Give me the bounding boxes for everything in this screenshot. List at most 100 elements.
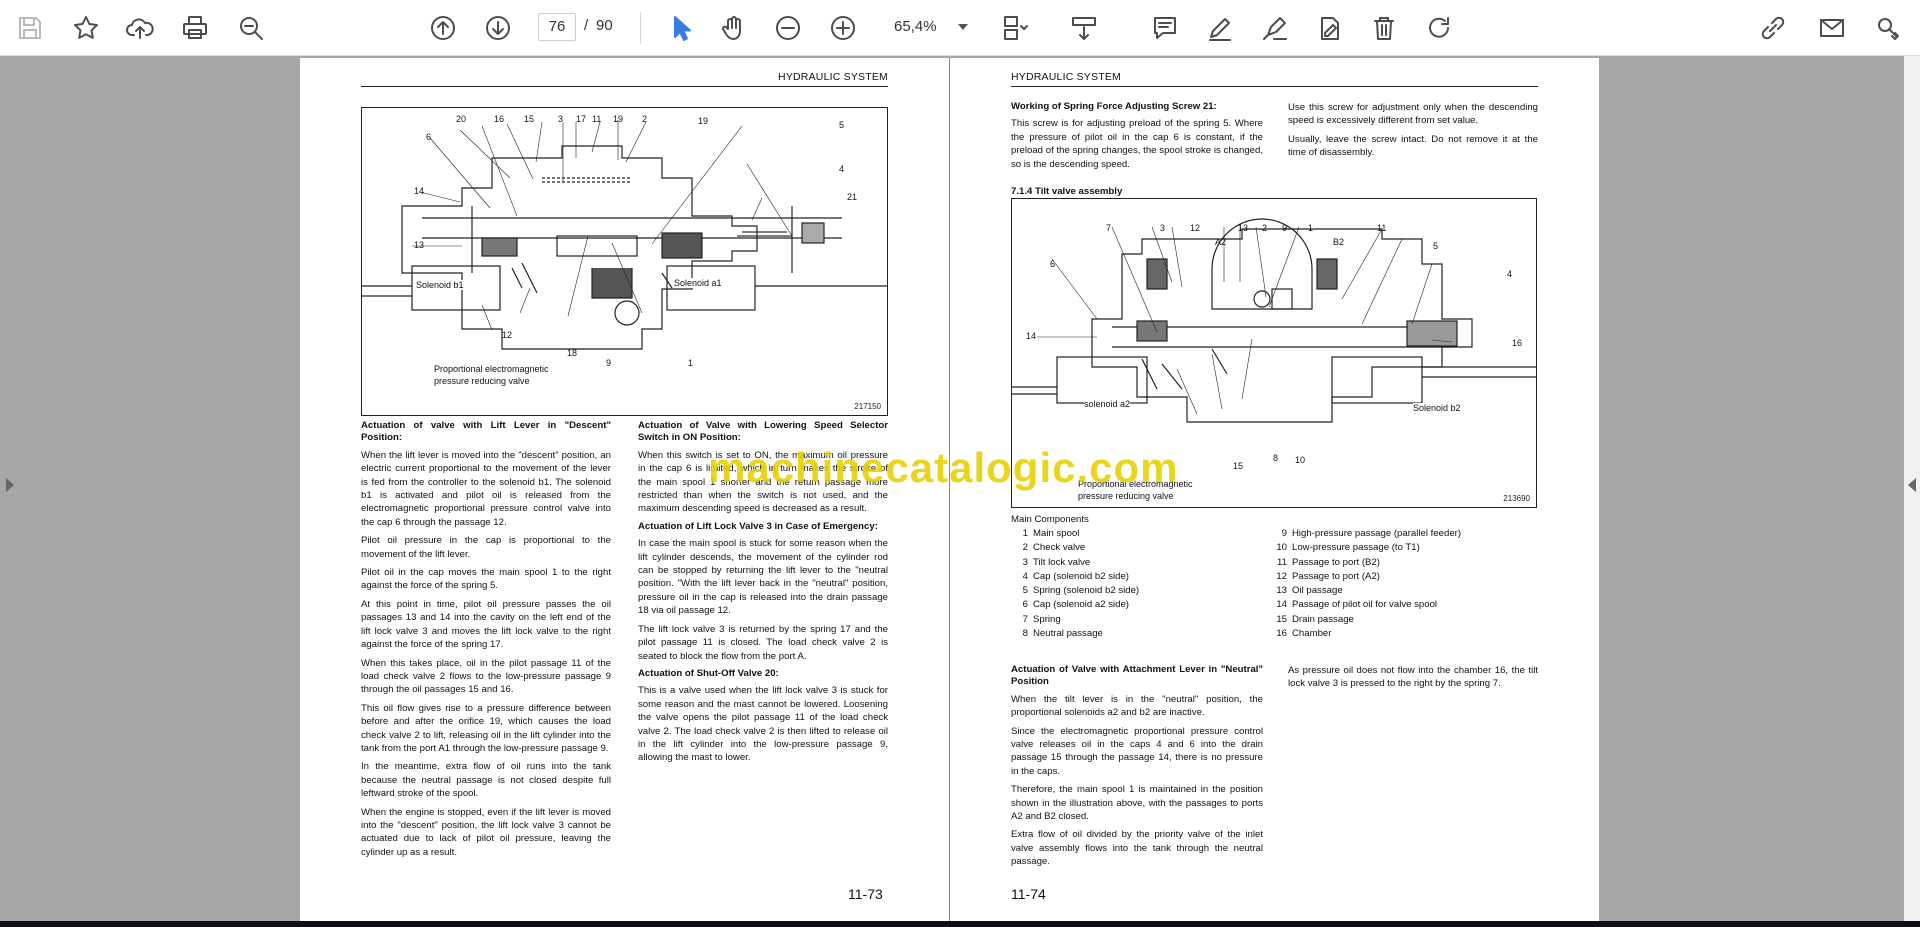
zoom-out-icon[interactable] — [768, 8, 808, 48]
watermark: machinecatalogic.com — [708, 444, 1179, 491]
delete-icon[interactable] — [1364, 8, 1404, 48]
callout-10: 10 — [1295, 455, 1306, 465]
zoom-level-select[interactable]: 65,4% — [882, 12, 972, 42]
list-item: 16 Chamber — [1276, 628, 1332, 640]
callout-15: 15 — [1233, 461, 1244, 471]
right-panel-toggle-icon[interactable] — [1908, 478, 1916, 492]
section-title: 7.1.4 Tilt valve assembly — [1011, 186, 1123, 197]
page-header: HYDRAULIC SYSTEM — [778, 71, 888, 83]
solenoid-a1-label: Solenoid a1 — [674, 278, 722, 288]
callout-5: 5 — [1433, 241, 1439, 251]
paragraph: This oil flow gives rise to a pressure d… — [361, 702, 611, 754]
paragraph: In the meantime, extra flow of oil runs … — [361, 761, 611, 800]
list-item: 12 Passage to port (A2) — [1276, 570, 1380, 582]
right-top-column-2: Use this screw for adjustment only when … — [1288, 101, 1538, 165]
zoom-level: 65,4% — [894, 18, 937, 35]
left-page-column-1: Actuation of valve with Lift Lever in "D… — [361, 420, 611, 864]
zoom-in-icon[interactable] — [823, 8, 863, 48]
taskbar-strip — [0, 921, 1920, 927]
callout-6: 6 — [1050, 259, 1056, 269]
attach-link-icon[interactable] — [1753, 8, 1793, 48]
paragraph: Since the electromagnetic proportional p… — [1011, 725, 1263, 777]
right-bottom-column-2: As pressure oil does not flow into the c… — [1288, 664, 1538, 696]
solenoid-a2-label: solenoid a2 — [1084, 399, 1131, 409]
paragraph: At this point in time, pilot oil pressur… — [361, 598, 611, 651]
solenoid-b2-label: Solenoid b2 — [1413, 403, 1461, 413]
prev-page-icon[interactable] — [423, 8, 463, 48]
callout-3: 3 — [558, 114, 564, 124]
list-item: 9 High-pressure passage (parallel feeder) — [1281, 528, 1462, 539]
lift-valve-figure: 20 16 15 3 17 11 19 2 19 5 6 4 14 21 13 … — [361, 107, 888, 416]
list-item: 1 Main spool — [1022, 528, 1080, 539]
callout-17: 17 — [576, 114, 587, 124]
redo-icon[interactable] — [1419, 8, 1459, 48]
print-icon[interactable] — [175, 8, 215, 48]
callout-9: 9 — [606, 358, 612, 368]
list-item: 15 Drain passage — [1276, 613, 1354, 625]
paragraph: Pilot oil in the cap moves the main spoo… — [361, 567, 611, 592]
pen-icon[interactable] — [1200, 8, 1240, 48]
chevron-down-icon — [958, 24, 968, 30]
sign-icon[interactable] — [1310, 8, 1350, 48]
list-item: 10 Low-pressure passage (to T1) — [1276, 542, 1420, 554]
paragraph: As pressure oil does not flow into the c… — [1288, 665, 1538, 690]
scroll-mode-icon[interactable] — [1064, 8, 1104, 48]
callout-9: 9 — [1282, 223, 1288, 233]
tools-icon[interactable] — [1868, 8, 1908, 48]
paragraph: Extra flow of oil divided by the priorit… — [1011, 829, 1263, 868]
callout-B2: B2 — [1333, 237, 1345, 247]
solenoid-b1-label: Solenoid b1 — [416, 280, 464, 290]
highlight-icon[interactable] — [1255, 8, 1295, 48]
callout-3: 3 — [1160, 223, 1166, 233]
main-components-title: Main Components — [1011, 514, 1089, 525]
email-icon[interactable] — [1812, 8, 1852, 48]
callout-13: 13 — [414, 240, 425, 250]
callout-8: 8 — [1273, 453, 1279, 463]
toolbar-divider — [640, 12, 641, 44]
callout-5: 5 — [839, 120, 845, 130]
upload-icon[interactable] — [120, 8, 160, 48]
figure-caption-line1: Proportional electromagnetic — [434, 364, 549, 374]
callout-12: 12 — [1190, 223, 1201, 233]
callout-18: 18 — [567, 348, 578, 358]
section-heading: Actuation of Shut-Off Valve 20: — [638, 667, 779, 679]
page-total: 90 — [596, 17, 613, 34]
header-rule — [1011, 86, 1538, 87]
bookmark-star-icon[interactable] — [66, 8, 106, 48]
select-arrow-icon[interactable] — [660, 8, 700, 48]
callout-19: 19 — [613, 114, 624, 124]
zoom-out-search-icon[interactable] — [231, 8, 271, 48]
comment-icon[interactable] — [1145, 8, 1185, 48]
callout-15: 15 — [524, 114, 535, 124]
next-page-icon[interactable] — [478, 8, 518, 48]
list-item: 11 Passage to port (B2) — [1277, 556, 1380, 568]
save-icon[interactable] — [10, 8, 50, 48]
list-item: 7 Spring — [1022, 613, 1061, 625]
page-number: 11-73 — [848, 886, 883, 902]
list-item: 5 Spring (solenoid b2 side) — [1022, 585, 1140, 597]
section-heading: Actuation of Valve with Attachment Lever… — [1011, 664, 1263, 688]
callout-13: 13 — [1238, 223, 1249, 233]
page-layout-icon[interactable] — [994, 8, 1034, 48]
paragraph: When the lift lever is moved into the "d… — [361, 449, 611, 528]
figure-number: 217150 — [854, 402, 881, 411]
left-panel-toggle-icon[interactable] — [6, 478, 14, 492]
figure-caption-line2: pressure reducing valve — [434, 376, 530, 386]
page-separator: / — [584, 17, 589, 34]
callout-16: 16 — [1512, 338, 1523, 348]
hand-tool-icon[interactable] — [714, 8, 754, 48]
list-item: 4 Cap (solenoid b2 side) — [1022, 570, 1129, 582]
section-heading: Actuation of valve with Lift Lever in "D… — [361, 420, 611, 444]
page-number-input[interactable]: 76 — [538, 13, 576, 41]
components-list-left: 1 Main spool 2 Check valve 3 Tilt lock valv… — [1011, 527, 1271, 641]
paragraph: In case the main spool is stuck for some… — [638, 538, 888, 617]
figure-caption-line2: pressure reducing valve — [1078, 491, 1174, 501]
paragraph: The lift lock valve 3 is returned by the… — [638, 623, 888, 662]
callout-16: 16 — [494, 114, 505, 124]
paragraph: Use this screw for adjustment only when … — [1288, 102, 1538, 127]
callout-6: 6 — [426, 132, 432, 142]
header-rule — [361, 86, 888, 87]
callout-12: 12 — [502, 330, 513, 340]
callout-1: 1 — [688, 358, 694, 368]
callout-4: 4 — [839, 164, 845, 174]
